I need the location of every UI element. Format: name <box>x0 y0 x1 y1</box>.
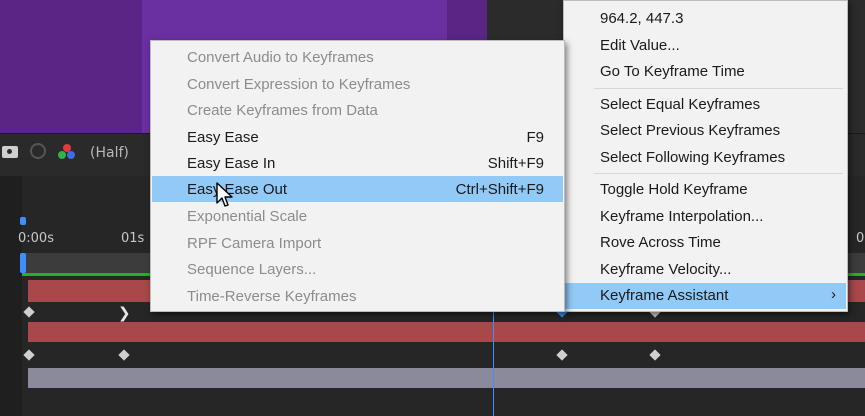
menu-item-select-previous-keyframes[interactable]: Select Previous Keyframes <box>564 118 847 144</box>
work-area-start-marker[interactable] <box>20 217 26 225</box>
menu-item-select-following-keyframes[interactable]: Select Following Keyframes <box>564 145 847 171</box>
menu-item-time-reverse-keyframes: Time-Reverse Keyframes <box>187 288 357 305</box>
menu-item-keyframe-assistant[interactable]: Keyframe Assistant › <box>565 283 846 309</box>
show-snapshot-icon[interactable] <box>30 143 46 159</box>
menu-item-edit-value[interactable]: Edit Value... <box>564 33 847 59</box>
menu-separator <box>594 88 843 89</box>
menu-item-easy-ease[interactable]: Easy Ease F9 <box>151 125 564 151</box>
ease-keyframe-icon[interactable]: ❯ <box>118 304 131 322</box>
menu-item-convert-expression-to-keyframes: Convert Expression to Keyframes <box>187 76 411 93</box>
menu-item-keyframe-interpolation[interactable]: Keyframe Interpolation... <box>564 204 847 230</box>
menu-item-rove-across-time[interactable]: Rove Across Time <box>564 230 847 256</box>
keyframe-assistant-submenu: Convert Audio to Keyframes Convert Expre… <box>150 40 565 312</box>
menu-item-convert-audio-to-keyframes: Convert Audio to Keyframes <box>187 49 374 66</box>
menu-item-keyframe-velocity[interactable]: Keyframe Velocity... <box>564 257 847 283</box>
layer-bar[interactable] <box>28 322 865 342</box>
timeline-layer-strip <box>0 176 22 416</box>
menu-item-easy-ease-in[interactable]: Easy Ease In Shift+F9 <box>151 151 564 177</box>
menu-item-sequence-layers: Sequence Layers... <box>187 261 317 278</box>
menu-item-go-to-keyframe-time[interactable]: Go To Keyframe Time <box>564 59 847 85</box>
ruler-label-next: 0 <box>856 231 865 246</box>
menu-item-exponential-scale: Exponential Scale <box>187 208 308 225</box>
layer-bar[interactable] <box>28 368 865 388</box>
menu-separator <box>594 173 843 174</box>
ruler-label-0s: 0:00s <box>18 231 54 246</box>
keyframe-context-menu: 964.2, 447.3 Edit Value... Go To Keyfram… <box>563 0 848 312</box>
menu-item-toggle-hold-keyframe[interactable]: Toggle Hold Keyframe <box>564 177 847 203</box>
ruler-label-1s: 01s <box>121 231 145 246</box>
menu-item-create-keyframes-from-data: Create Keyframes from Data <box>187 102 378 119</box>
menu-item-easy-ease-out[interactable]: Easy Ease Out Ctrl+Shift+F9 <box>152 176 563 202</box>
menu-item-value[interactable]: 964.2, 447.3 <box>564 6 847 32</box>
resolution-dropdown[interactable]: (Half) <box>90 145 129 161</box>
camera-icon[interactable] <box>2 146 18 158</box>
work-area-start-handle[interactable] <box>20 253 26 273</box>
menu-item-select-equal-keyframes[interactable]: Select Equal Keyframes <box>564 92 847 118</box>
mouse-cursor-icon <box>216 182 233 207</box>
menu-item-rpf-camera-import: RPF Camera Import <box>187 235 322 252</box>
color-channels-icon[interactable] <box>58 144 76 160</box>
submenu-arrow-icon: › <box>831 286 836 303</box>
